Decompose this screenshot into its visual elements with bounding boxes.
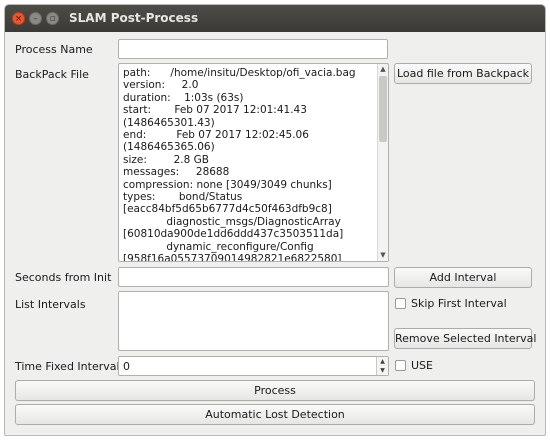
bag-info-line: (1486465301.43) — [123, 116, 215, 129]
intervals-list[interactable] — [118, 291, 389, 351]
spin-up-icon[interactable]: ▲ — [377, 357, 388, 366]
time-fixed-interval-label: Time Fixed Interval — [15, 360, 120, 373]
bag-info-line: path: /home/insitu/Desktop/ofi_vacia.bag — [123, 67, 356, 79]
bag-info-text: path: /home/insitu/Desktop/ofi_vacia.bag… — [123, 67, 373, 262]
automatic-lost-detection-button[interactable]: Automatic Lost Detection — [15, 404, 535, 425]
scroll-down-icon[interactable]: ▼ — [378, 250, 388, 261]
seconds-from-init-input[interactable] — [118, 267, 389, 287]
bag-info-line: messages: 28688 — [123, 166, 230, 179]
process-button[interactable]: Process — [15, 380, 535, 401]
bag-info-line: [eacc84bf5d65b6777d4c50f463dfb9c8] — [123, 203, 332, 216]
bag-info-line: (1486465365.06) — [123, 141, 215, 154]
bag-info-line: start: Feb 07 2017 12:01:41.43 — [123, 104, 307, 117]
maximize-window-button[interactable]: ▫ — [46, 12, 59, 25]
skip-first-interval-label[interactable]: Skip First Interval — [411, 297, 507, 310]
bag-info-line: diagnostic_msgs/DiagnosticArray — [123, 215, 341, 228]
remove-selected-interval-button[interactable]: Remove Selected Interval — [394, 328, 536, 349]
process-name-label: Process Name — [15, 43, 93, 56]
skip-first-interval-checkbox[interactable] — [395, 298, 406, 309]
bag-info-line: end: Feb 07 2017 12:02:45.06 — [123, 129, 309, 142]
scrollbar-thumb[interactable] — [379, 76, 387, 142]
bag-info-line: [958f16a05573709014982821e6822580] — [123, 253, 342, 262]
time-fixed-interval-value: 0 — [123, 360, 130, 373]
title-bar: × – ▫ SLAM Post-Process — [5, 5, 545, 32]
slam-window: × – ▫ SLAM Post-Process Process Name Bac… — [4, 4, 546, 436]
time-fixed-interval-spinbox[interactable]: 0 ▲ ▼ — [118, 356, 389, 376]
seconds-from-init-label: Seconds from Init — [15, 271, 112, 284]
bag-info-line: dynamic_reconfigure/Config — [123, 240, 314, 253]
minimize-window-button[interactable]: – — [29, 12, 42, 25]
use-checkbox-label[interactable]: USE — [411, 359, 433, 372]
bag-info-scrollbar[interactable]: ▲ ▼ — [377, 64, 388, 261]
add-interval-button[interactable]: Add Interval — [394, 267, 532, 288]
backpack-file-label: BackPack File — [15, 68, 89, 81]
bag-info-line: [60810da900de1dd6ddd437c3503511da] — [123, 228, 344, 241]
bag-info-line: size: 2.8 GB — [123, 153, 209, 166]
window-title: SLAM Post-Process — [69, 11, 199, 25]
use-checkbox[interactable] — [395, 360, 406, 371]
bag-info-line: types: bond/Status — [123, 191, 243, 204]
scroll-up-icon[interactable]: ▲ — [378, 64, 388, 75]
bag-info-textarea[interactable]: path: /home/insitu/Desktop/ofi_vacia.bag… — [118, 63, 389, 262]
bag-info-line: compression: none [3049/3049 chunks] — [123, 178, 332, 191]
spin-down-icon[interactable]: ▼ — [377, 366, 388, 375]
spinbox-buttons: ▲ ▼ — [376, 357, 388, 375]
list-intervals-label: List Intervals — [15, 298, 86, 311]
load-file-button[interactable]: Load file from Backpack — [394, 63, 532, 84]
bag-info-line: version: 2.0 — [123, 79, 199, 92]
close-window-button[interactable]: × — [12, 12, 25, 25]
bag-info-line: duration: 1:03s (63s) — [123, 91, 244, 104]
process-name-input[interactable] — [118, 39, 388, 59]
